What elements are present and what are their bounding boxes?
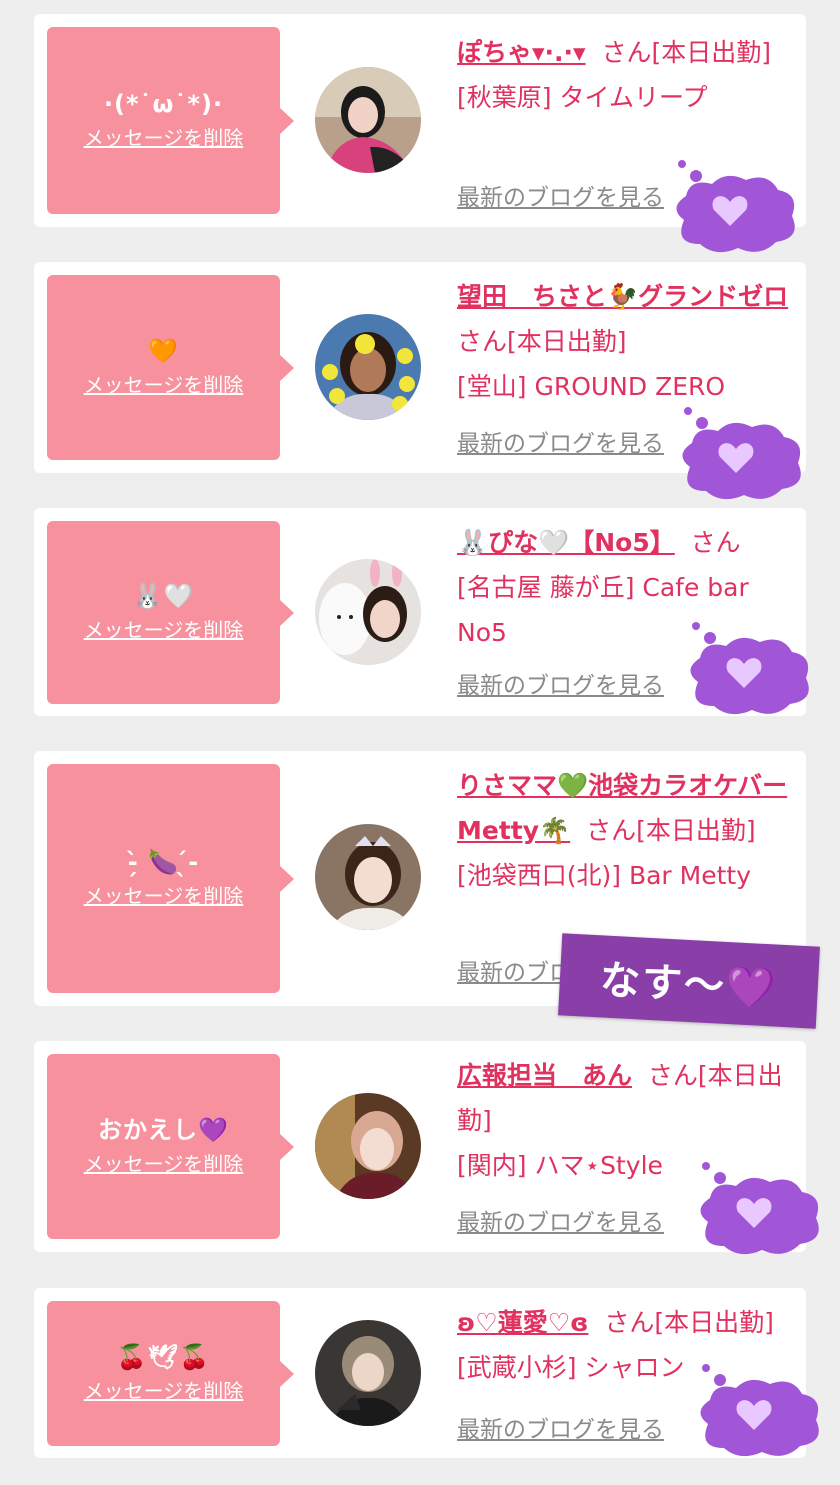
avatar[interactable] bbox=[315, 824, 421, 930]
latest-blog-link[interactable]: 最新のブログを見る bbox=[457, 666, 664, 700]
latest-blog-link[interactable]: 最新のブログを見る bbox=[457, 1410, 664, 1444]
message-bubble: おかえし💜 メッセージを削除 bbox=[47, 1054, 294, 1239]
delete-message-link[interactable]: メッセージを削除 bbox=[84, 614, 244, 643]
cast-info: 望田 ちさと🐓グランドゼロ さん[本日出勤] [堂山] GROUND ZERO bbox=[457, 274, 797, 409]
message-bubble: 🍒🕊🍒 メッセージを削除 bbox=[47, 1301, 294, 1446]
cast-suffix: さん[本日出勤] bbox=[457, 327, 627, 356]
avatar[interactable] bbox=[315, 559, 421, 665]
message-bubble: -̗̀ 🍆 ̖́- メッセージを削除 bbox=[47, 764, 294, 993]
shop-name: [堂山] GROUND ZERO bbox=[457, 372, 726, 401]
profile-photo-icon bbox=[315, 824, 421, 930]
cast-suffix: さん bbox=[690, 528, 741, 557]
heart-thought-cloud-icon bbox=[676, 160, 795, 253]
message-text: おかえし💜 bbox=[98, 1115, 229, 1144]
delete-message-link[interactable]: メッセージを削除 bbox=[84, 1375, 244, 1404]
sticker-text: なす〜💜 bbox=[598, 956, 779, 1013]
avatar[interactable] bbox=[315, 1093, 421, 1199]
message-text: 🧡 bbox=[148, 336, 179, 365]
profile-photo-icon bbox=[315, 1093, 421, 1199]
profile-photo-icon bbox=[315, 314, 421, 420]
heart-thought-cloud-icon bbox=[700, 1364, 819, 1457]
cast-name-link[interactable]: 望田 ちさと🐓グランドゼロ bbox=[457, 282, 788, 311]
latest-blog-link[interactable]: 最新のブログを見る bbox=[457, 424, 664, 458]
cast-name-link[interactable]: ぽちゃ▾·.·▾ bbox=[457, 38, 586, 67]
avatar[interactable] bbox=[315, 314, 421, 420]
latest-blog-link[interactable]: 最新のブログを見る bbox=[457, 178, 664, 212]
cast-suffix: さん[本日出勤] bbox=[601, 38, 772, 67]
message-bubble: 🧡 メッセージを削除 bbox=[47, 275, 294, 460]
cast-name-link[interactable]: 広報担当 あん bbox=[457, 1061, 632, 1090]
message-bubble: 🐰🤍 メッセージを削除 bbox=[47, 521, 294, 704]
message-text: -̗̀ 🍆 ̖́- bbox=[127, 847, 200, 876]
avatar[interactable] bbox=[315, 67, 421, 173]
cast-suffix: さん[本日出勤] bbox=[604, 1308, 774, 1337]
message-text: 🐰🤍 bbox=[132, 581, 195, 610]
delete-message-link[interactable]: メッセージを削除 bbox=[84, 369, 244, 398]
nasu-sticker: なす〜💜 bbox=[558, 933, 820, 1029]
profile-photo-icon bbox=[315, 559, 421, 665]
shop-name: [池袋西口(北)] Bar Metty bbox=[457, 861, 752, 890]
message-text: ·(*˙ω˙*)· bbox=[103, 89, 224, 118]
message-bubble: ·(*˙ω˙*)· メッセージを削除 bbox=[47, 27, 294, 214]
cast-info: ぽちゃ▾·.·▾ さん[本日出勤] [秋葉原] タイムリープ bbox=[457, 30, 797, 120]
delete-message-link[interactable]: メッセージを削除 bbox=[84, 122, 244, 151]
message-text: 🍒🕊🍒 bbox=[116, 1342, 211, 1371]
cast-name-link[interactable]: 🐰ぴな🤍【No5】 bbox=[457, 528, 675, 557]
profile-photo-icon bbox=[315, 67, 421, 173]
shop-name: [関内] ハマ⋆Style bbox=[457, 1151, 663, 1180]
cast-name-link[interactable]: ʚ♡蓮愛♡ɞ bbox=[457, 1308, 588, 1337]
latest-blog-link[interactable]: 最新のブログを見る bbox=[457, 1203, 664, 1237]
cast-suffix: さん[本日出勤] bbox=[586, 816, 756, 845]
delete-message-link[interactable]: メッセージを削除 bbox=[84, 1148, 244, 1177]
avatar[interactable] bbox=[315, 1320, 421, 1426]
shop-name: [秋葉原] タイムリープ bbox=[457, 83, 708, 112]
heart-thought-cloud-icon bbox=[690, 622, 809, 715]
heart-thought-cloud-icon bbox=[700, 1162, 819, 1255]
shop-name: [武蔵小杉] シャロン bbox=[457, 1353, 685, 1382]
cast-info: りさママ💚池袋カラオケバーMetty🌴 さん[本日出勤] [池袋西口(北)] B… bbox=[457, 763, 797, 898]
heart-thought-cloud-icon bbox=[682, 407, 801, 500]
profile-photo-icon bbox=[315, 1320, 421, 1426]
delete-message-link[interactable]: メッセージを削除 bbox=[84, 880, 244, 909]
